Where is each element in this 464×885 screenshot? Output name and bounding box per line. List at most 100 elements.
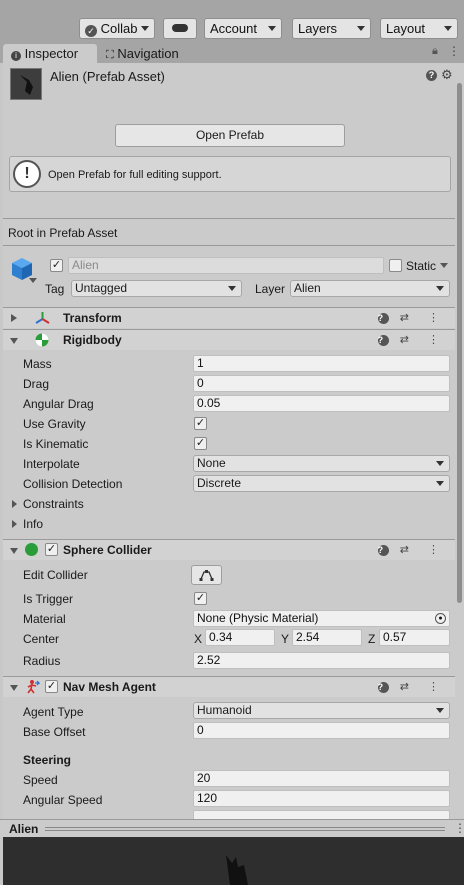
speed-field[interactable]: 20 (193, 770, 450, 787)
tag-dropdown[interactable]: Untagged (71, 280, 242, 297)
nav-mesh-agent-icon (27, 680, 40, 694)
open-prefab-button[interactable]: Open Prefab (115, 124, 345, 147)
tab-inspector-label: Inspector (24, 46, 79, 61)
tag-value: Untagged (75, 281, 128, 295)
asset-title: Alien (Prefab Asset) (50, 69, 165, 84)
presets-icon[interactable]: ⇄ (400, 312, 417, 324)
help-icon[interactable]: ? (377, 313, 389, 324)
center-y-field[interactable]: 2.54 (292, 629, 362, 646)
edit-collider-icon (199, 570, 214, 581)
acceleration-field-partial[interactable] (193, 810, 450, 819)
nav-mesh-agent-header[interactable]: ✓ Nav Mesh Agent ? ⇄ ⋮ (3, 676, 455, 697)
layer-label: Layer (255, 282, 286, 296)
help-icon[interactable]: ? (426, 70, 437, 81)
is-trigger-label: Is Trigger (23, 592, 74, 606)
center-z-field[interactable]: 0.57 (379, 629, 450, 646)
interpolate-dropdown[interactable]: None (193, 455, 450, 472)
constraints-foldout[interactable]: Constraints (23, 497, 84, 511)
agent-type-value: Humanoid (197, 703, 252, 717)
gameobject-name-field[interactable]: Alien (68, 257, 384, 274)
caret-down-icon (436, 286, 444, 291)
cloud-icon (172, 24, 188, 32)
preview-drag-handle[interactable] (45, 827, 445, 828)
nav-mesh-agent-enabled-checkbox[interactable]: ✓ (45, 680, 58, 693)
notice-text: Open Prefab for full editing support. (48, 169, 222, 181)
collision-detection-dropdown[interactable]: Discrete (193, 475, 450, 492)
is-trigger-checkbox[interactable]: ✓ (194, 592, 207, 605)
material-label: Material (23, 612, 66, 626)
presets-icon[interactable]: ⇄ (400, 681, 417, 693)
base-offset-field[interactable]: 0 (193, 722, 450, 739)
presets-icon[interactable]: ⇄ (400, 334, 417, 346)
object-picker-icon[interactable]: ● (435, 613, 446, 624)
tab-navigation[interactable]: ⛶ Navigation (98, 44, 198, 63)
center-label: Center (23, 632, 60, 646)
angular-drag-field[interactable]: 0.05 (193, 395, 450, 412)
is-kinematic-checkbox[interactable]: ✓ (194, 437, 207, 450)
material-value: None (Physic Material) (197, 611, 319, 625)
layout-dropdown[interactable]: Layout (380, 18, 458, 39)
rigidbody-header[interactable]: Rigidbody ? ⇄ ⋮ (3, 329, 455, 350)
caret-down-icon (357, 26, 365, 31)
lock-icon[interactable]: 🔒︎ (432, 45, 438, 58)
help-icon[interactable]: ? (377, 545, 389, 556)
more-options-icon[interactable]: ⋮ (448, 44, 460, 58)
presets-icon[interactable]: ⇄ (400, 544, 417, 556)
preview-drag-handle-line (45, 830, 445, 831)
cloud-button[interactable] (163, 18, 197, 39)
tab-navigation-label: Navigation (117, 46, 179, 61)
component-icons: ? ⇄ ⋮ (377, 333, 447, 346)
angular-speed-field[interactable]: 120 (193, 790, 450, 807)
help-icon[interactable]: ? (377, 335, 389, 346)
model-preview[interactable] (3, 837, 464, 885)
angular-drag-label: Angular Drag (23, 397, 94, 411)
agent-type-dropdown[interactable]: Humanoid (193, 702, 450, 719)
drag-field[interactable]: 0 (193, 375, 450, 392)
mass-field[interactable]: 1 (193, 355, 450, 372)
use-gravity-checkbox[interactable]: ✓ (194, 417, 207, 430)
caret-down-icon[interactable] (440, 263, 448, 268)
divider (3, 245, 455, 246)
inspector-scrollbar[interactable] (455, 63, 464, 819)
chevron-right-icon[interactable] (12, 500, 17, 508)
check-circle-icon: ✓ (85, 25, 97, 37)
interpolate-label: Interpolate (23, 457, 80, 471)
info-foldout[interactable]: Info (23, 517, 43, 531)
caret-down-icon (436, 481, 444, 486)
center-z-label: Z (368, 632, 376, 646)
help-icon[interactable]: ? (377, 682, 389, 693)
preview-header[interactable]: Alien ⋮ (0, 819, 464, 837)
more-options-icon[interactable]: ⋮ (428, 681, 447, 693)
active-checkbox[interactable]: ✓ (50, 259, 63, 272)
inspector-panel: Alien (Prefab Asset) ? ⚙ Open Prefab ! O… (3, 63, 455, 819)
static-checkbox[interactable] (389, 259, 402, 272)
more-options-icon[interactable]: ⋮ (428, 544, 447, 556)
gear-icon[interactable]: ⚙ (441, 67, 453, 83)
center-x-field[interactable]: 0.34 (205, 629, 275, 646)
layers-label: Layers (298, 21, 338, 36)
more-options-icon[interactable]: ⋮ (428, 312, 447, 324)
collab-button[interactable]: ✓ Collab (79, 18, 155, 39)
scrollbar-thumb[interactable] (457, 83, 462, 603)
sphere-collider-header[interactable]: ✓ Sphere Collider ? ⇄ ⋮ (3, 539, 455, 560)
transform-header[interactable]: Transform ? ⇄ ⋮ (3, 307, 455, 328)
chevron-right-icon[interactable] (12, 520, 17, 528)
drag-label: Drag (23, 377, 50, 391)
material-field[interactable]: None (Physic Material) ● (193, 610, 450, 627)
layer-dropdown[interactable]: Alien (290, 280, 450, 297)
radius-field[interactable]: 2.52 (193, 652, 450, 669)
collab-label: Collab (100, 21, 138, 36)
caret-down-icon (29, 278, 37, 283)
sphere-collider-enabled-checkbox[interactable]: ✓ (45, 543, 58, 556)
navigation-icon: ⛶ (106, 49, 114, 61)
tab-inspector[interactable]: i Inspector (3, 44, 97, 63)
edit-collider-button[interactable] (191, 565, 222, 585)
account-dropdown[interactable]: Account (204, 18, 282, 39)
info-icon: i (11, 51, 21, 61)
collision-detection-value: Discrete (197, 476, 242, 490)
more-options-icon[interactable]: ⋮ (428, 334, 447, 346)
tag-label: Tag (45, 282, 65, 296)
tab-bar: i Inspector ⛶ Navigation 🔒︎ ⋮ (0, 42, 464, 63)
layers-dropdown[interactable]: Layers (292, 18, 371, 39)
more-options-icon[interactable]: ⋮ (454, 821, 464, 835)
